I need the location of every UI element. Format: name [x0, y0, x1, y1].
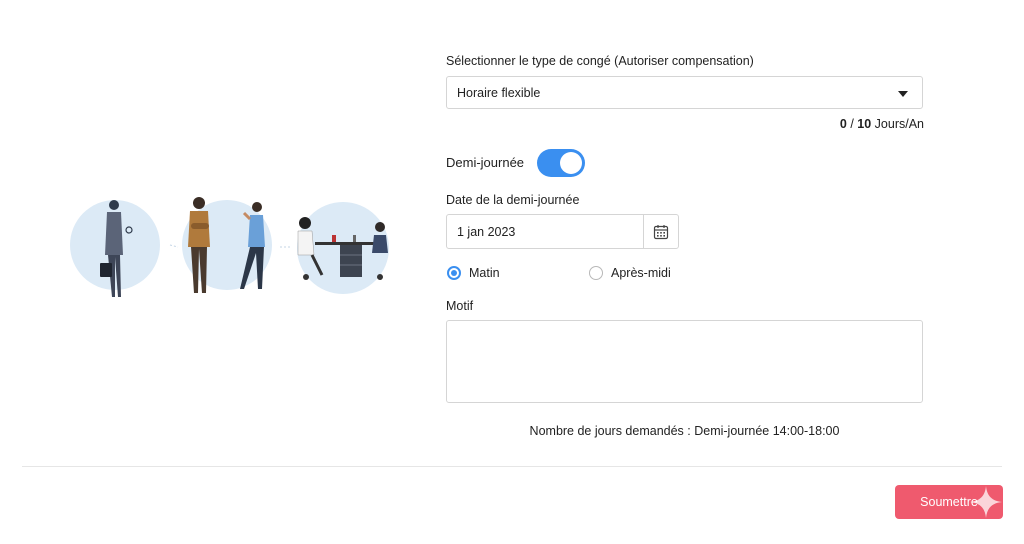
quota-separator: /	[846, 117, 858, 131]
leave-quota: 0 / 10 Jours/An	[840, 117, 924, 131]
radio-afternoon-label: Après-midi	[611, 266, 671, 280]
quota-unit: Jours/An	[871, 117, 924, 131]
footer-divider	[22, 466, 1002, 467]
leave-type-value: Horaire flexible	[457, 85, 541, 100]
date-input[interactable]: 1 jan 2023	[447, 215, 643, 248]
quota-used: 0	[839, 117, 847, 131]
radio-afternoon-indicator	[589, 266, 603, 280]
leave-type-label: Sélectionner le type de congé (Autoriser…	[446, 54, 754, 68]
quota-total: 10	[857, 117, 872, 131]
toggle-knob	[560, 152, 582, 174]
half-day-label: Demi-journée	[446, 155, 525, 170]
calendar-button[interactable]	[643, 215, 678, 248]
date-label: Date de la demi-journée	[446, 193, 580, 207]
leave-type-select[interactable]: Horaire flexible	[446, 76, 923, 109]
date-field[interactable]: 1 jan 2023	[446, 214, 679, 249]
onboarding-illustration	[70, 197, 389, 297]
radio-morning-label: Matin	[469, 266, 500, 280]
calendar-icon	[653, 224, 669, 239]
requested-days-summary: Nombre de jours demandés : Demi-journée …	[529, 424, 840, 438]
reason-textarea[interactable]	[446, 320, 923, 403]
radio-morning-indicator	[447, 266, 461, 280]
sparkle-icon	[970, 486, 1002, 518]
reason-label: Motif	[446, 299, 474, 313]
half-day-toggle[interactable]	[537, 149, 585, 177]
caret-down-icon	[898, 91, 908, 97]
radio-afternoon[interactable]: Après-midi	[589, 266, 671, 280]
radio-morning[interactable]: Matin	[447, 266, 500, 280]
